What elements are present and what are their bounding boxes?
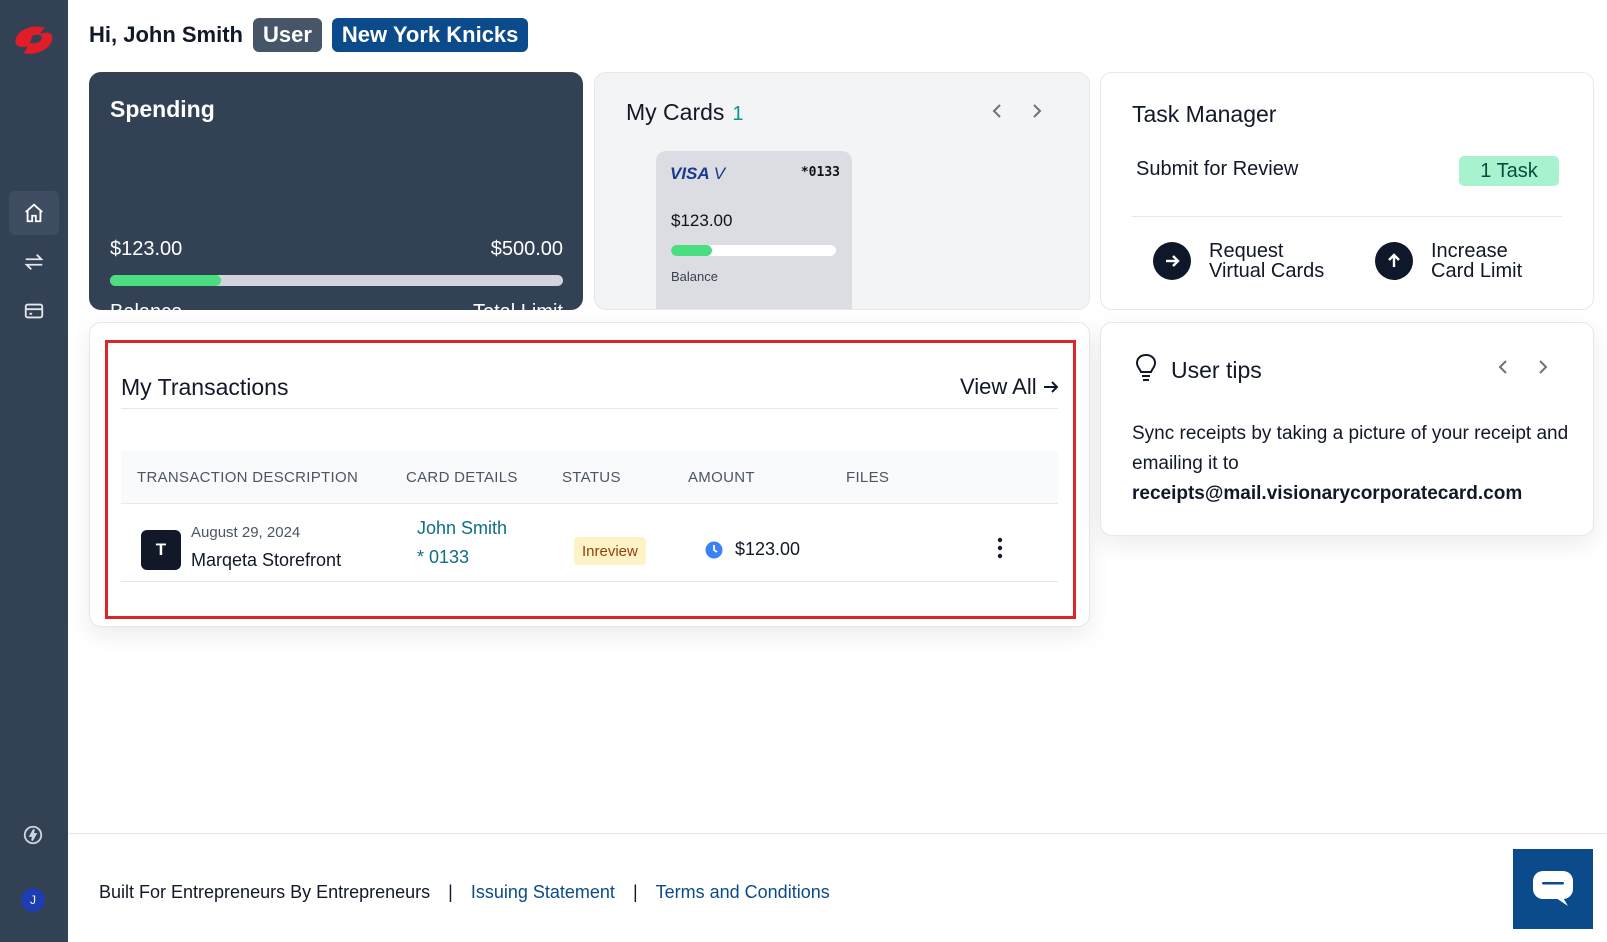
divider <box>121 408 1058 409</box>
merchant-name: Marqeta Storefront <box>191 550 342 570</box>
task-manager-panel: Task Manager Submit for Review 1 Task Re… <box>1100 72 1594 310</box>
transactions-title: My Transactions <box>121 374 289 400</box>
column-header-card-details[interactable]: CARD DETAILS <box>406 469 518 486</box>
request-virtual-cards-button[interactable]: Request Virtual Cards <box>1153 241 1339 281</box>
kebab-menu-icon <box>997 537 1003 559</box>
visa-logo: VISA V <box>670 164 726 183</box>
team-badge: New York Knicks <box>331 18 529 52</box>
request-virtual-cards-label: Request Virtual Cards <box>1209 240 1325 282</box>
my-cards-title-text: My Cards <box>626 99 725 125</box>
footer-tagline: Built For Entrepreneurs By Entrepreneurs <box>99 882 431 902</box>
view-all-label: View All <box>960 374 1037 399</box>
chat-button[interactable] <box>1513 849 1593 929</box>
sidebar-item-cards[interactable] <box>9 289 59 333</box>
prev-tip-button[interactable] <box>1493 357 1513 377</box>
tip-body: Sync receipts by taking a picture of you… <box>1132 423 1569 474</box>
card-holder-link[interactable]: John Smith <box>417 518 507 539</box>
increase-card-limit-button[interactable]: Increase Card Limit <box>1375 241 1561 281</box>
task-count-badge[interactable]: 1 Task <box>1459 156 1559 186</box>
card-last4: *0133 <box>800 165 840 180</box>
transaction-date: August 29, 2024 <box>191 524 301 541</box>
avatar[interactable]: J <box>21 888 45 912</box>
next-card-button[interactable] <box>1027 101 1047 121</box>
chat-icon <box>1533 871 1573 906</box>
spending-progress-bar <box>110 275 563 286</box>
card-last4-link[interactable]: * 0133 <box>417 547 469 568</box>
column-header-files[interactable]: FILES <box>846 469 889 486</box>
card-icon <box>24 303 44 319</box>
issuing-statement-link[interactable]: Issuing Statement <box>471 882 615 903</box>
prev-card-button[interactable] <box>987 101 1007 121</box>
lightbulb-icon <box>1135 353 1157 381</box>
card-balance: $123.00 <box>671 211 733 230</box>
column-header-status[interactable]: STATUS <box>562 469 621 486</box>
chevron-left-icon <box>992 104 1001 118</box>
card-progress-bar <box>671 245 836 256</box>
user-tips-panel: User tips Sync receipts by taking a pict… <box>1100 322 1594 536</box>
view-all-link[interactable]: View All <box>960 374 1061 400</box>
footer: Built For Entrepreneurs By Entrepreneurs… <box>99 882 830 903</box>
user-tips-title: User tips <box>1171 357 1262 383</box>
greeting-text: Hi, John Smith <box>89 22 243 47</box>
arrow-up-icon <box>1375 242 1413 280</box>
my-cards-panel: My Cards 1 VISA V *0133 $123.00 Balance <box>594 72 1090 310</box>
status-badge: Inreview <box>574 537 646 565</box>
chevron-right-icon <box>1033 104 1042 118</box>
increase-card-limit-label: Increase Card Limit <box>1431 240 1523 282</box>
chevron-left-icon <box>1498 360 1507 374</box>
footer-divider <box>68 833 1607 834</box>
transfer-icon <box>24 254 44 270</box>
divider <box>1132 216 1562 217</box>
card-balance-label: Balance <box>671 269 718 284</box>
user-tip-text: Sync receipts by taking a picture of you… <box>1132 419 1572 509</box>
row-actions-menu[interactable] <box>992 532 1008 564</box>
amount-value: $123.00 <box>735 539 801 559</box>
spending-title: Spending <box>110 96 215 122</box>
clock-icon <box>705 541 723 558</box>
column-header-amount[interactable]: AMOUNT <box>688 469 755 486</box>
terms-link[interactable]: Terms and Conditions <box>656 882 830 903</box>
task-manager-title: Task Manager <box>1132 101 1277 127</box>
footer-separator: | <box>632 882 638 902</box>
task-label[interactable]: Submit for Review <box>1136 158 1298 181</box>
my-cards-title: My Cards 1 <box>626 99 744 126</box>
next-tip-button[interactable] <box>1533 357 1553 377</box>
limit-label: Total Limit <box>472 301 563 323</box>
spending-progress-fill <box>110 275 222 286</box>
transaction-amount: $123.00 <box>705 539 800 560</box>
sidebar-item-transactions[interactable] <box>9 240 59 284</box>
brand-logo[interactable] <box>10 22 56 60</box>
arrow-right-icon <box>1153 242 1191 280</box>
credit-card-preview[interactable]: VISA V *0133 $123.00 Balance <box>656 151 852 309</box>
divider <box>121 503 1058 504</box>
chevron-right-icon <box>1539 360 1548 374</box>
sidebar: J <box>0 0 68 942</box>
lightning-icon <box>23 825 43 845</box>
sidebar-item-power[interactable] <box>20 822 46 848</box>
arrow-right-icon <box>1043 381 1059 393</box>
sidebar-item-home[interactable] <box>9 191 59 235</box>
footer-separator: | <box>448 882 453 902</box>
home-icon <box>25 203 43 223</box>
spending-card: Spending $123.00 $500.00 Balance Total L… <box>89 72 583 323</box>
divider <box>121 581 1058 582</box>
column-header-description[interactable]: TRANSACTION DESCRIPTION <box>137 469 358 486</box>
limit-value: $500.00 <box>490 238 563 260</box>
receipts-email[interactable]: receipts@mail.visionarycorporatecard.com <box>1132 483 1522 504</box>
balance-value: $123.00 <box>110 238 183 260</box>
merchant-icon: T <box>141 530 181 570</box>
role-badge: User <box>253 18 322 52</box>
header: Hi, John Smith User New York Knicks <box>89 18 529 52</box>
my-cards-count: 1 <box>732 103 744 125</box>
card-progress-fill <box>671 245 712 256</box>
balance-label: Balance <box>110 301 183 323</box>
transactions-panel: My Transactions View All TRANSACTION DES… <box>89 322 1090 627</box>
